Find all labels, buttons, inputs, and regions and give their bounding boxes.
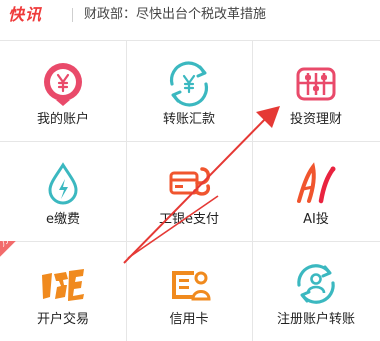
tile-label: 工银e支付 bbox=[159, 212, 219, 227]
service-grid: 我的账户 转账汇款 投资理财 e缴费 工银e支付 AI投 开户交易 信用卡 注册… bbox=[0, 40, 380, 341]
news-ticker[interactable]: 快讯 财政部：尽快出台个税改革措施 bbox=[0, 0, 380, 30]
tile-label: 注册账户转账 bbox=[276, 312, 355, 327]
tile-investment[interactable]: 投资理财 bbox=[252, 41, 380, 141]
tile-e-payment[interactable]: e缴费 bbox=[0, 141, 126, 241]
tile-credit-card[interactable]: 信用卡 bbox=[126, 241, 252, 341]
promo-badge-wrap: 万3.5 bbox=[0, 241, 40, 281]
tile-ai-invest[interactable]: AI投 bbox=[252, 141, 380, 241]
tile-open-account[interactable]: 万3.5 开户交易 bbox=[0, 241, 126, 341]
tile-transfer[interactable]: 转账汇款 bbox=[126, 41, 252, 141]
ai-logo-icon bbox=[297, 162, 336, 204]
register-transfer-icon bbox=[297, 264, 335, 304]
transfer-yen-icon bbox=[169, 61, 209, 107]
tile-label: 转账汇款 bbox=[162, 112, 215, 127]
stock-logo-icon bbox=[42, 269, 84, 301]
card-e-icon bbox=[169, 167, 211, 196]
tile-label: 信用卡 bbox=[169, 312, 209, 327]
ticker-divider bbox=[72, 8, 73, 22]
tile-label: 投资理财 bbox=[289, 112, 342, 127]
tile-label: 我的账户 bbox=[36, 112, 89, 127]
water-drop-bolt-icon bbox=[48, 162, 78, 205]
promo-badge: 万3.5 bbox=[0, 241, 40, 267]
tile-label: AI投 bbox=[303, 212, 329, 227]
ticker-logo: 快讯 bbox=[8, 5, 43, 24]
account-yen-icon bbox=[44, 63, 82, 106]
tile-register-transfer[interactable]: 注册账户转账 bbox=[252, 241, 380, 341]
abacus-icon bbox=[296, 67, 336, 101]
tile-label: 开户交易 bbox=[36, 312, 89, 327]
tile-my-account[interactable]: 我的账户 bbox=[0, 41, 126, 141]
tile-label: e缴费 bbox=[46, 212, 80, 227]
credit-card-user-icon bbox=[172, 271, 211, 301]
ticker-headline[interactable]: 财政部：尽快出台个税改革措施 bbox=[84, 6, 266, 24]
tile-icbc-e-pay[interactable]: 工银e支付 bbox=[126, 141, 252, 241]
